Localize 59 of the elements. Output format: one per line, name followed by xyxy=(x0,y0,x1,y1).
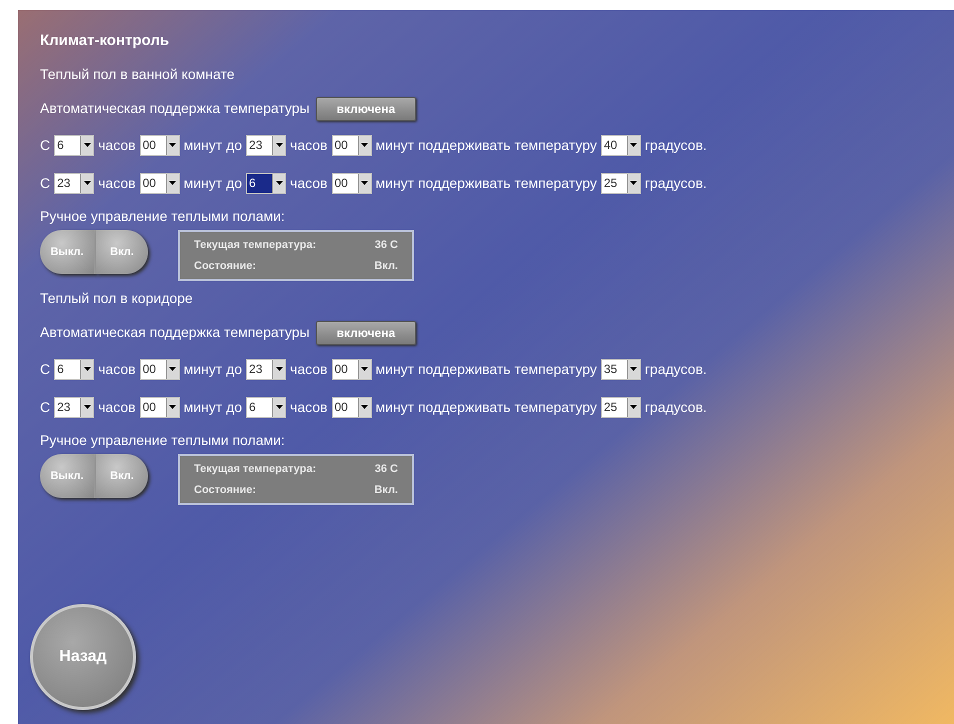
schedule-text: градусов. xyxy=(644,136,707,155)
dropdown[interactable]: 23 xyxy=(54,396,94,418)
dropdown[interactable]: 25 xyxy=(600,396,641,418)
schedule-text: часов xyxy=(290,174,328,192)
schedule-text: градусов. xyxy=(644,174,707,193)
section-title: Теплый пол в коридоре xyxy=(40,289,194,308)
dropdown[interactable]: 23 xyxy=(246,134,286,156)
schedule-text: минут поддерживать температуру xyxy=(376,360,597,379)
dropdown[interactable]: 00 xyxy=(332,134,372,156)
dropdown[interactable]: 00 xyxy=(140,396,180,418)
status-label: Текущая температура: xyxy=(194,462,316,477)
page-title: Климат-контроль xyxy=(40,31,170,51)
schedule-text: часов xyxy=(98,398,136,416)
status-value: Вкл. xyxy=(374,482,398,498)
dropdown[interactable]: 40 xyxy=(600,134,641,156)
schedule-text: минут до xyxy=(184,136,242,155)
status-label: Состояние: xyxy=(194,482,256,498)
schedule-text: минут до xyxy=(184,398,242,417)
dropdown[interactable]: 6 xyxy=(54,134,94,156)
dropdown[interactable]: 35 xyxy=(600,358,641,380)
dropdown[interactable]: 00 xyxy=(140,172,180,194)
schedule-text: часов xyxy=(98,360,136,378)
schedule-text: минут поддерживать температуру xyxy=(376,398,597,417)
schedule-text: С xyxy=(40,398,50,416)
dropdown[interactable]: 00 xyxy=(332,172,372,194)
status-value: 36 C xyxy=(374,238,398,253)
schedule-text: С xyxy=(40,360,50,378)
schedule-text: минут до xyxy=(184,174,242,193)
schedule-text: часов xyxy=(98,136,136,154)
dropdown[interactable]: 6 xyxy=(54,358,94,380)
manual-label: Ручное управление теплыми полами: xyxy=(40,207,286,226)
auto-label: Автоматическая поддержка температуры xyxy=(40,323,310,342)
manual-label: Ручное управление теплыми полами: xyxy=(40,431,286,450)
schedule-text: минут поддерживать температуру xyxy=(376,174,597,193)
status-value: Вкл. xyxy=(374,258,398,274)
dropdown[interactable]: 00 xyxy=(140,358,180,380)
schedule-text: часов xyxy=(290,398,328,416)
dropdown[interactable]: 00 xyxy=(140,134,180,156)
auto-label: Автоматическая поддержка температуры xyxy=(40,99,310,118)
schedule-text: часов xyxy=(98,174,136,192)
status-label: Состояние: xyxy=(194,258,256,274)
dropdown[interactable]: 6 xyxy=(246,172,286,194)
status-label: Текущая температура: xyxy=(194,238,316,253)
status-value: 36 C xyxy=(374,462,398,477)
dropdown[interactable]: 6 xyxy=(246,396,286,418)
schedule-text: С xyxy=(40,174,50,192)
schedule-text: градусов. xyxy=(644,398,707,417)
schedule-text: часов xyxy=(290,136,328,154)
schedule-text: минут поддерживать температуру xyxy=(376,136,597,155)
dropdown[interactable]: 00 xyxy=(332,358,372,380)
schedule-text: С xyxy=(40,136,50,154)
schedule-text: минут до xyxy=(184,360,242,379)
schedule-text: часов xyxy=(290,360,328,378)
dropdown[interactable]: 23 xyxy=(54,172,94,194)
dropdown[interactable]: 23 xyxy=(246,358,286,380)
dropdown[interactable]: 25 xyxy=(600,172,641,194)
section-title: Теплый пол в ванной комнате xyxy=(40,65,236,84)
dropdown[interactable]: 00 xyxy=(332,396,372,418)
schedule-text: градусов. xyxy=(644,360,707,379)
